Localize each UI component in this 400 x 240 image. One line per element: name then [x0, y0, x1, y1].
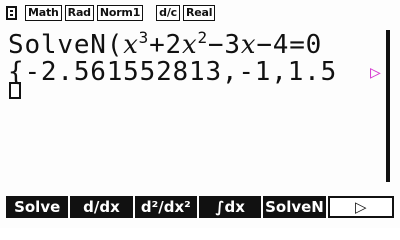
scrollbar-thumb[interactable]	[386, 30, 390, 182]
term: −3	[207, 30, 241, 60]
result-output: {-2.561552813,-1,1.5	[8, 57, 338, 87]
fraction-mode-indicator: d/c	[156, 5, 180, 21]
status-bar: Math Rad Norm1 d/c Real	[6, 4, 216, 22]
complex-mode-indicator: Real	[182, 5, 216, 21]
solven-command: SolveN(	[8, 30, 124, 60]
calculator-screen: Math Rad Norm1 d/c Real SolveN(x3+2x2−3x…	[0, 0, 400, 228]
function-key-bar: Solve d/dx d²/dx² ∫dx SolveN ▷	[6, 196, 394, 218]
exponent: 2	[197, 28, 208, 47]
f6-next-menu-button[interactable]: ▷	[327, 196, 394, 218]
f5-solven-button[interactable]: SolveN	[263, 196, 326, 218]
angle-mode-indicator: Rad	[64, 5, 94, 21]
variable-x: x	[123, 30, 139, 60]
scroll-right-icon[interactable]: ▷	[370, 62, 381, 83]
f1-solve-button[interactable]: Solve	[6, 196, 69, 218]
input-cursor[interactable]	[9, 82, 21, 99]
math-mode-indicator: Math	[25, 5, 62, 21]
input-expression[interactable]: SolveN(x3+2x2−3x−4=0	[8, 30, 323, 60]
f4-integral-button[interactable]: ∫dx	[198, 196, 262, 218]
term: +2	[149, 30, 183, 60]
display-format-indicator: Norm1	[96, 5, 144, 21]
variable-x: x	[182, 30, 198, 60]
f2-derivative-button[interactable]: d/dx	[70, 196, 133, 218]
variable-x: x	[240, 30, 257, 60]
battery-icon	[6, 6, 17, 20]
term: −4=0	[256, 30, 323, 60]
f3-second-derivative-button[interactable]: d²/dx²	[134, 196, 197, 218]
scrollbar[interactable]	[383, 28, 393, 190]
exponent: 3	[138, 28, 150, 47]
